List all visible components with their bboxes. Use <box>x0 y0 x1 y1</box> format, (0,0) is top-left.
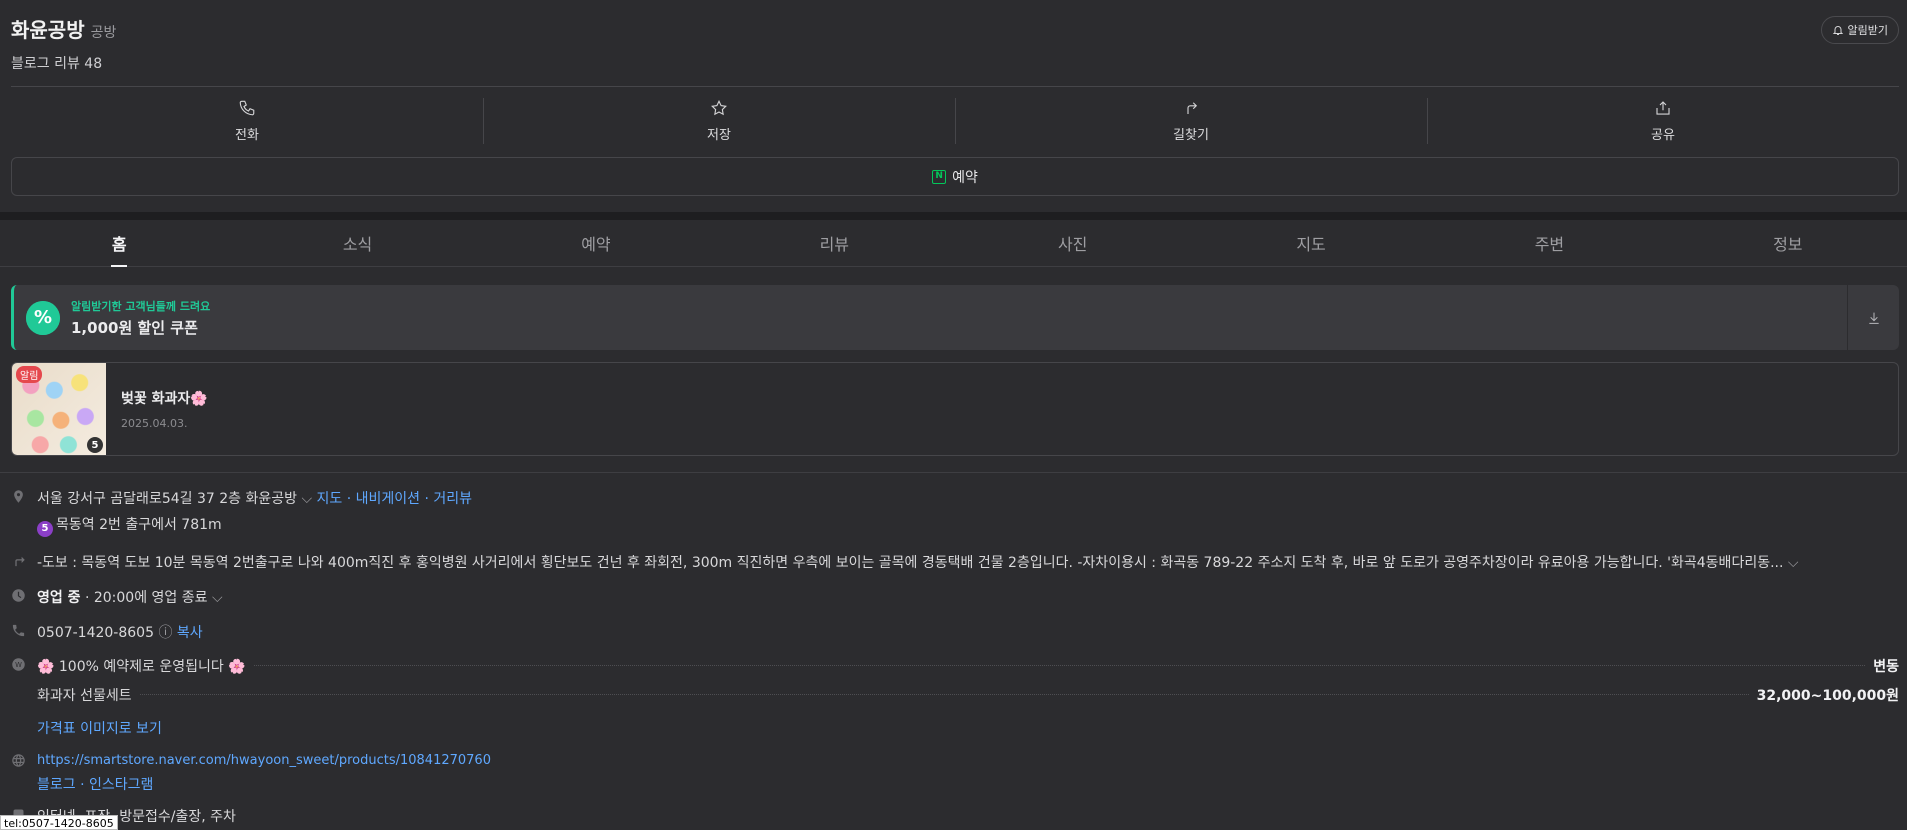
place-name: 화윤공방 <box>11 18 85 42</box>
blog-link[interactable]: 블로그 <box>37 777 76 793</box>
hours-status: 영업 중 <box>37 589 81 606</box>
section-divider <box>0 472 1907 473</box>
directions-icon <box>1187 102 1198 114</box>
location-pin-icon <box>11 489 27 505</box>
won-icon: W <box>11 657 27 673</box>
clock-icon <box>11 588 27 604</box>
tab-home[interactable]: 홈 <box>0 220 238 266</box>
globe-icon <box>11 753 27 769</box>
subway-text: 목동역 2번 출구에서 781m <box>56 517 222 533</box>
news-date: 2025.04.03. <box>121 417 188 430</box>
directions-text: -도보 : 목동역 도보 10분 목동역 2번출구로 나와 400m직진 후 홍… <box>37 554 1784 571</box>
amenities-row: 인터넷, 포장, 방문접수/출장, 주차 <box>11 806 1899 826</box>
bell-icon <box>1832 26 1843 35</box>
coupon-text: 알림받기한 고객님들께 드려요 1,000원 할인 쿠폰 <box>71 298 210 338</box>
address-text[interactable]: 서울 강서구 곰달래로54길 37 2층 화윤공방 <box>37 491 297 507</box>
tab-news[interactable]: 소식 <box>238 220 476 266</box>
hours-text: · 20:00에 영업 종료 <box>84 589 208 606</box>
copy-phone-button[interactable]: 복사 <box>177 625 203 641</box>
tab-photo[interactable]: 사진 <box>954 220 1192 266</box>
action-bar: 전화 저장 길찾기 공유 <box>11 92 1899 150</box>
call-button[interactable]: 전화 <box>11 92 483 150</box>
tab-bar: 홈 소식 예약 리뷰 사진 지도 주변 정보 <box>0 220 1907 267</box>
news-photo-count: 5 <box>87 437 103 453</box>
news-label-badge: 알림 <box>16 366 43 383</box>
status-bar-url: tel:0507-1420-8605 <box>0 815 118 830</box>
alarm-label: 알림받기 <box>1847 24 1888 37</box>
menu-image-link[interactable]: 가격표 이미지로 보기 <box>37 718 1899 738</box>
share-label: 공유 <box>1651 128 1675 143</box>
blog-review-count[interactable]: 블로그 리뷰 48 <box>11 53 1896 73</box>
hours-chevron-icon[interactable]: ⌵ <box>212 590 223 606</box>
news-thumbnail: 알림 5 <box>12 363 106 455</box>
save-label: 저장 <box>707 128 731 143</box>
coupon-subtitle: 알림받기한 고객님들께 드려요 <box>71 299 211 313</box>
header-divider <box>11 86 1899 87</box>
news-card[interactable]: 알림 5 벚꽃 화과자🌸 2025.04.03. <box>11 362 1899 456</box>
directions-row[interactable]: -도보 : 목동역 도보 10분 목동역 2번출구로 나와 400m직진 후 홍… <box>11 552 1899 572</box>
phone-number[interactable]: 0507-1420-8605 <box>37 625 154 641</box>
percent-icon: % <box>26 300 60 335</box>
phone-row: 0507-1420-8605 ⓘ 복사 <box>11 622 1899 642</box>
map-link[interactable]: 지도 <box>317 491 343 507</box>
phone-small-icon <box>11 623 27 639</box>
reserve-button[interactable]: N 예약 <box>11 157 1899 196</box>
website-link[interactable]: https://smartstore.naver.com/hwayoon_swe… <box>37 753 491 768</box>
menu-item-price: 변동 <box>1873 658 1899 675</box>
info-section: 서울 강서구 곰달래로54길 37 2층 화윤공방 ⌵ 지도 · 내비게이션 ·… <box>11 488 1899 826</box>
alarm-button[interactable]: 알림받기 <box>1820 16 1899 44</box>
phone-icon <box>239 100 255 116</box>
star-icon <box>711 99 727 116</box>
address-row: 서울 강서구 곰달래로54길 37 2층 화윤공방 ⌵ 지도 · 내비게이션 ·… <box>11 488 1899 537</box>
chevron-down-icon[interactable]: ⌵ <box>301 491 312 507</box>
share-icon <box>1656 101 1670 115</box>
news-title: 벚꽃 화과자🌸 <box>121 391 208 407</box>
menu-item-name: 화과자 선물세트 <box>37 687 132 704</box>
tab-review[interactable]: 리뷰 <box>715 220 953 266</box>
info-circle-icon[interactable]: ⓘ <box>158 625 176 641</box>
menu-item-price: 32,000~100,000원 <box>1756 687 1899 704</box>
route-icon <box>11 553 27 569</box>
naver-booking-icon: N <box>932 169 947 184</box>
coupon-banner[interactable]: % 알림받기한 고객님들께 드려요 1,000원 할인 쿠폰 <box>11 285 1847 350</box>
menu-item: 화과자 선물세트 32,000~100,000원 <box>37 685 1899 705</box>
streetview-link[interactable]: 거리뷰 <box>433 491 472 507</box>
menu-item-name: 🌸 100% 예약제로 운영됩니다 🌸 <box>37 658 246 675</box>
directions-label: 길찾기 <box>1173 128 1209 143</box>
coupon-title: 1,000원 할인 쿠폰 <box>71 318 198 337</box>
website-row: https://smartstore.naver.com/hwayoon_swe… <box>11 752 1899 794</box>
navigation-link[interactable]: 내비게이션 <box>356 491 420 507</box>
directions-button[interactable]: 길찾기 <box>955 92 1427 150</box>
tab-reservation[interactable]: 예약 <box>477 220 715 266</box>
menu-row: W 🌸 100% 예약제로 운영됩니다 🌸 변동 화과자 선물세트 32,000… <box>11 656 1899 738</box>
tab-nearby[interactable]: 주변 <box>1430 220 1668 266</box>
svg-text:W: W <box>15 661 22 669</box>
download-icon <box>1868 312 1879 324</box>
reserve-label: 예약 <box>952 169 978 186</box>
place-category: 공방 <box>90 25 117 41</box>
call-label: 전화 <box>235 128 259 143</box>
place-header: 화윤공방 공방 블로그 리뷰 48 알림받기 <box>0 0 1907 86</box>
subway-line-badge: 5 <box>37 520 53 537</box>
coupon-download-button[interactable] <box>1848 285 1899 350</box>
menu-item: 🌸 100% 예약제로 운영됩니다 🌸 변동 <box>37 656 1899 676</box>
hours-row[interactable]: 영업 중 · 20:00에 영업 종료 ⌵ <box>11 587 1899 607</box>
instagram-link[interactable]: 인스타그램 <box>89 777 153 793</box>
tab-map[interactable]: 지도 <box>1192 220 1430 266</box>
share-button[interactable]: 공유 <box>1427 92 1899 150</box>
expand-chevron-icon[interactable]: ⌵ <box>1788 555 1799 571</box>
section-band <box>0 212 1907 220</box>
tab-info[interactable]: 정보 <box>1669 220 1907 266</box>
save-button[interactable]: 저장 <box>483 92 955 150</box>
